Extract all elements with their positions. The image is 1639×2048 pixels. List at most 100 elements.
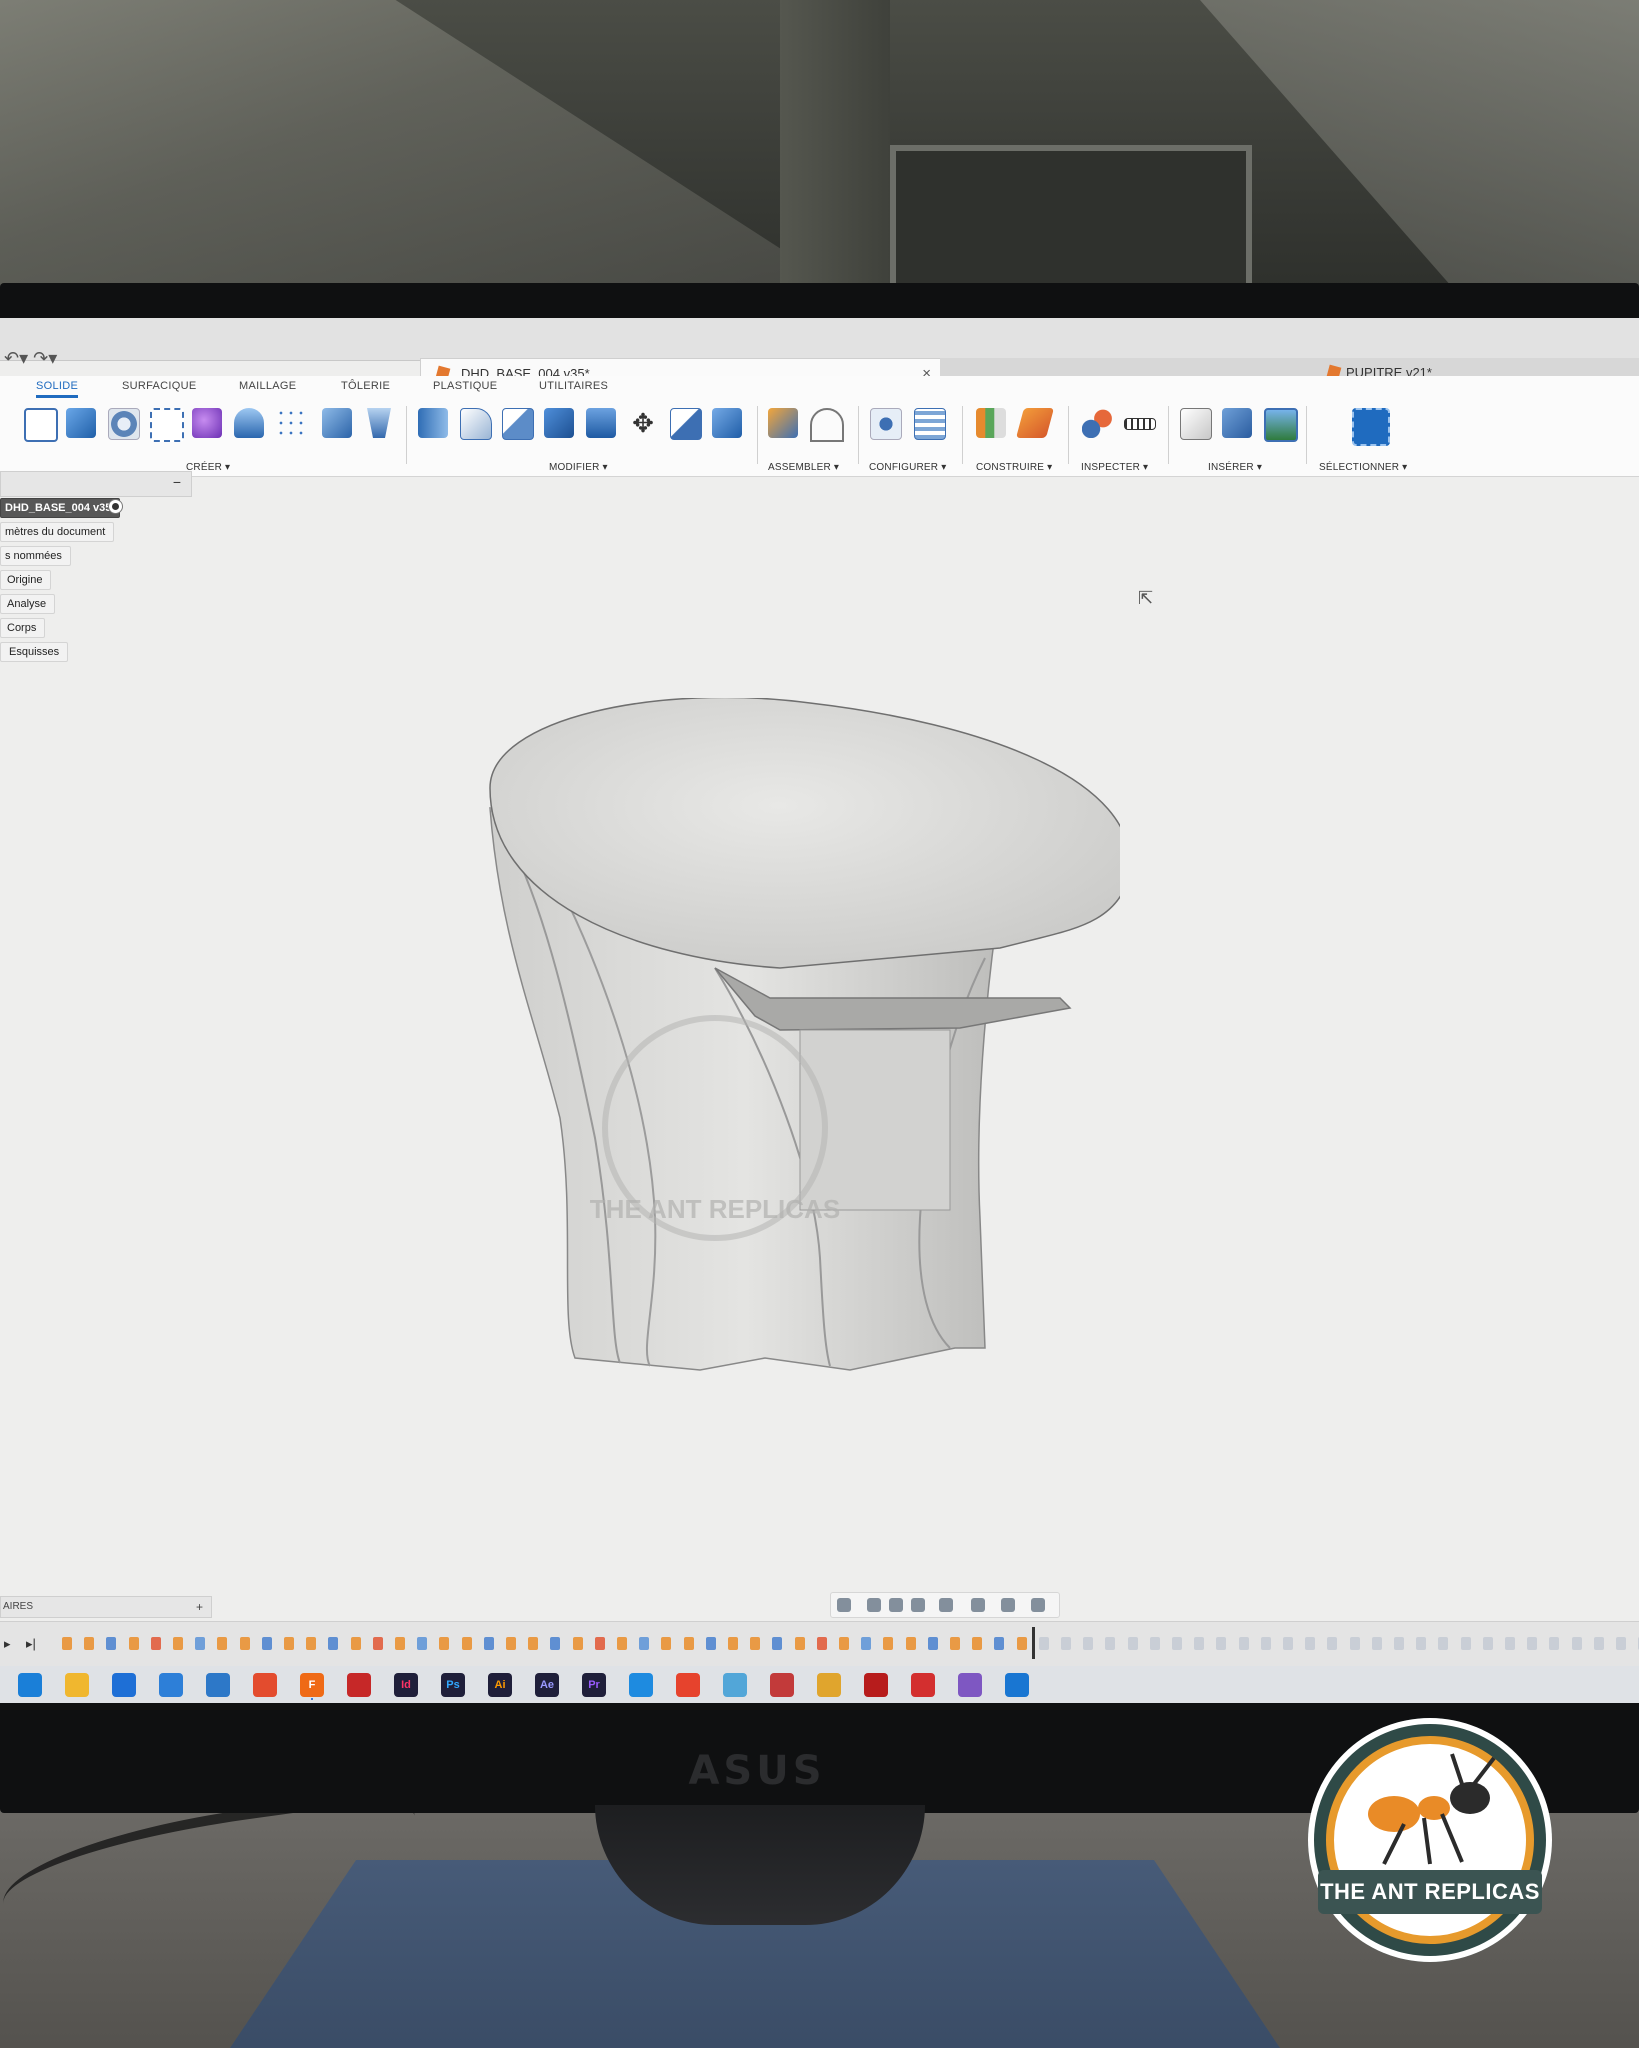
timeline-end-icon[interactable]: ▸| [26,1636,36,1652]
timeline-feature-icon[interactable] [1327,1637,1338,1650]
timeline-feature-icon[interactable] [683,1637,694,1650]
timeline-feature-icon[interactable] [328,1637,339,1650]
sweep-icon[interactable] [150,408,184,442]
timeline-feature-icon[interactable] [195,1637,206,1650]
timeline-feature-icon[interactable] [1460,1637,1471,1650]
group-inserer[interactable]: INSÉRER ▾ [1208,462,1262,473]
timeline-feature-icon[interactable] [861,1637,872,1650]
browser-item-named-views[interactable]: s nommées [0,546,71,566]
create-sketch-icon[interactable] [24,408,58,442]
timeline-feature-icon[interactable] [1349,1637,1360,1650]
timeline-feature-icon[interactable] [572,1637,583,1650]
timeline-feature-icon[interactable] [150,1637,161,1650]
timeline-feature-icon[interactable] [417,1637,428,1650]
timeline-feature-icon[interactable] [794,1637,805,1650]
timeline-feature-icon[interactable] [173,1637,183,1650]
premiere-icon[interactable]: Pr [582,1673,606,1697]
pan-icon[interactable] [889,1598,903,1612]
timeline-feature-icon[interactable] [439,1637,450,1650]
chamfer-icon[interactable] [502,408,534,440]
pattern-icon[interactable] [276,408,306,438]
timeline-feature-icon[interactable] [62,1637,72,1650]
timeline-feature-icon[interactable] [395,1637,405,1650]
timeline-feature-icon[interactable] [972,1637,983,1650]
draft-icon[interactable] [586,408,616,438]
timeline-feature-icon[interactable] [1527,1637,1538,1650]
browser-item-sketches[interactable]: Esquisses [0,642,69,662]
timeline-feature-icon[interactable] [750,1637,761,1650]
group-construire[interactable]: CONSTRUIRE ▾ [976,462,1052,473]
timeline-feature-icon[interactable] [284,1637,294,1650]
active-radio-icon[interactable] [108,499,123,514]
ws-maillage[interactable]: MAILLAGE [239,380,296,392]
store-icon[interactable] [112,1673,136,1697]
timeline-feature-icon[interactable] [261,1637,272,1650]
plane-angle-icon[interactable] [1015,408,1055,438]
timeline-feature-icon[interactable] [1105,1637,1116,1650]
timeline-feature-icon[interactable] [1571,1637,1582,1650]
timeline-feature-icon[interactable] [883,1637,894,1650]
timeline-feature-icon[interactable] [1260,1637,1271,1650]
zoom-icon[interactable] [911,1598,925,1612]
press-pull-icon[interactable] [418,408,448,438]
select-icon[interactable] [1352,408,1390,446]
undo-redo-icons[interactable]: ↶▾ ↷▾ [4,348,57,369]
3d-app-icon[interactable] [770,1673,794,1697]
joint-icon[interactable] [810,408,844,442]
browser-item-origin[interactable]: Origine [0,570,52,590]
chrome-icon[interactable] [253,1673,277,1697]
loft-icon[interactable] [234,408,264,438]
look-at-icon[interactable] [867,1598,881,1612]
file-explorer-icon[interactable] [65,1673,89,1697]
timeline-feature-icon[interactable] [705,1637,716,1650]
timeline-feature-icon[interactable] [128,1637,139,1650]
configure-table-icon[interactable] [914,408,946,440]
timeline-feature-icon[interactable] [839,1637,849,1650]
timeline-feature-icon[interactable] [1394,1637,1404,1650]
timeline-feature-icon[interactable] [84,1637,95,1650]
timeline-feature-icon[interactable] [772,1637,783,1650]
grid-settings-icon[interactable] [1001,1598,1015,1612]
combine-icon[interactable] [322,408,352,438]
group-inspecter[interactable]: INSPECTER ▾ [1081,462,1148,473]
shell-modify-icon[interactable] [544,408,574,438]
filezilla-icon[interactable] [864,1673,888,1697]
fillet-icon[interactable] [460,408,492,440]
illustrator-icon[interactable]: Ai [488,1673,512,1697]
ws-solide[interactable]: SOLIDE [36,380,79,398]
group-modifier[interactable]: MODIFIER ▾ [549,462,608,473]
timeline-feature-icon[interactable] [1016,1637,1027,1650]
revolve-icon[interactable] [108,408,140,440]
edge-icon[interactable] [18,1673,42,1697]
timeline-feature-icon[interactable] [106,1637,117,1650]
timeline-feature-icon[interactable] [1549,1637,1560,1650]
browser-item-bodies[interactable]: Corps [0,618,46,638]
after-effects-icon[interactable]: Ae [535,1673,559,1697]
timeline-feature-icon[interactable] [661,1637,672,1650]
timeline-feature-icon[interactable] [350,1637,361,1650]
timeline-feature-icon[interactable] [617,1637,627,1650]
timeline-feature-icon[interactable] [950,1637,960,1650]
timeline-feature-icon[interactable] [927,1637,938,1650]
form-icon[interactable] [192,408,222,438]
split-face-icon[interactable] [670,408,702,440]
timeline-feature-icon[interactable] [1305,1637,1316,1650]
insert-canvas-icon[interactable] [1264,408,1298,442]
fit-icon[interactable] [939,1598,953,1612]
move-icon[interactable]: ✥ [628,408,658,438]
add-comment-icon[interactable]: + [196,1597,203,1617]
timeline-feature-icon[interactable] [1283,1637,1293,1650]
timeline-feature-icon[interactable] [994,1637,1005,1650]
collapse-icon[interactable]: − [173,474,181,490]
group-assembler[interactable]: ASSEMBLER ▾ [768,462,839,473]
timeline-feature-icon[interactable] [1416,1637,1427,1650]
viewports-icon[interactable] [1031,1598,1045,1612]
ws-surfacique[interactable]: SURFACIQUE [122,380,197,392]
timeline-feature-icon[interactable] [550,1637,561,1650]
timeline-feature-icon[interactable] [1238,1637,1249,1650]
timeline-feature-icon[interactable] [306,1637,317,1650]
timeline-feature-icon[interactable] [1593,1637,1604,1650]
shell-icon[interactable] [367,408,391,438]
timeline-feature-icon[interactable] [461,1637,472,1650]
group-selectionner[interactable]: SÉLECTIONNER ▾ [1319,462,1407,473]
